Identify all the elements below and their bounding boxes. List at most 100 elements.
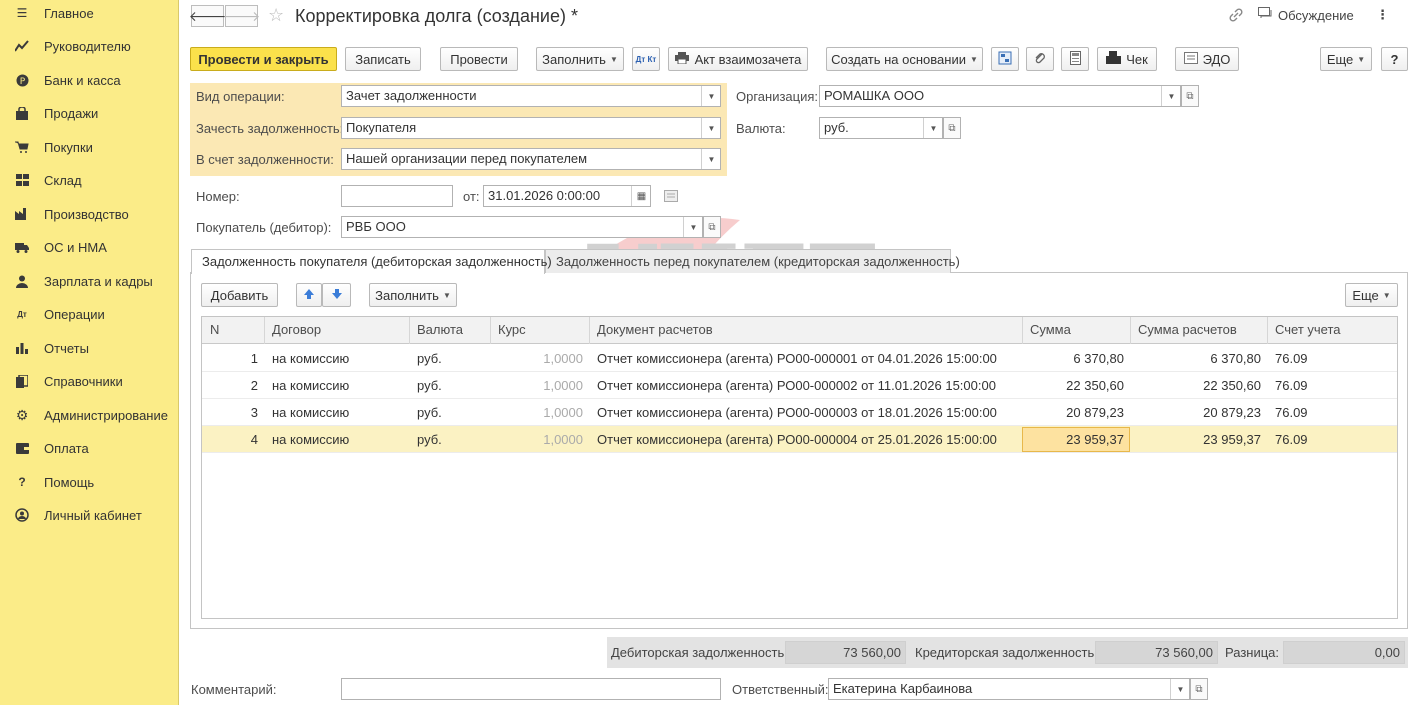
favorite-star-icon[interactable]: ☆ [268, 5, 284, 26]
help-button[interactable]: ? [1381, 47, 1408, 71]
sidebar-item-manager[interactable]: Руководителю [0, 34, 179, 58]
more-button[interactable]: Еще ▼ [1320, 47, 1372, 71]
create-based-label: Создать на основании [831, 51, 966, 67]
arrow-down-icon [331, 288, 343, 303]
sidebar-item-production[interactable]: Производство [0, 202, 179, 226]
calculator-button[interactable] [1061, 47, 1089, 71]
sidebar-item-main[interactable]: ☰ Главное [0, 1, 179, 25]
sidebar-item-purchases[interactable]: Покупки [0, 135, 179, 159]
against-debt-select[interactable]: Нашей организации перед покупателем ▼ [341, 148, 721, 170]
open-organization-icon[interactable]: ⧉ [1181, 85, 1199, 107]
table-row-selected[interactable]: 4 на комиссию руб. 1,0000 Отчет комиссио… [202, 426, 1397, 453]
table-row[interactable]: 2 на комиссию руб. 1,0000 Отчет комиссио… [202, 372, 1397, 399]
arrow-left-icon: 🡐 [188, 7, 227, 24]
discussion-button[interactable]: Обсуждение [1258, 7, 1354, 23]
structure-button[interactable] [991, 47, 1019, 71]
open-buyer-icon[interactable]: ⧉ [703, 216, 721, 238]
cell-contract: на комиссию [272, 351, 350, 366]
forward-button[interactable]: 🡒 [223, 5, 260, 27]
chevron-down-icon[interactable]: ▼ [701, 118, 720, 138]
chevron-down-icon[interactable]: ▼ [683, 217, 702, 237]
more-label: Еще [1326, 51, 1354, 67]
cell-account: 76.09 [1275, 405, 1308, 420]
move-up-button[interactable] [296, 283, 322, 307]
fill-dropdown-button[interactable]: Заполнить ▼ [536, 47, 624, 71]
receipt-button[interactable]: Чек [1097, 47, 1157, 71]
chevron-down-icon[interactable]: ▼ [701, 86, 720, 106]
responsible-select[interactable]: Екатерина Карбаинова ▼ [828, 678, 1190, 700]
offset-debt-select[interactable]: Покупателя ▼ [341, 117, 721, 139]
column-header-rate[interactable]: Курс [498, 322, 526, 337]
back-button[interactable]: 🡐 [188, 5, 227, 27]
link-icon[interactable] [1228, 7, 1244, 23]
caret-down-icon: ▼ [969, 54, 978, 64]
chevron-down-icon[interactable]: ▼ [1170, 679, 1189, 699]
tab-payables[interactable]: Задолженность перед покупателем (кредито… [545, 249, 960, 273]
sidebar-item-payment[interactable]: Оплата [0, 436, 179, 460]
more-actions-icon[interactable]: ⋮ [1376, 7, 1389, 23]
cell-sum: 6 370,80 [1073, 351, 1124, 366]
open-responsible-icon[interactable]: ⧉ [1190, 678, 1208, 700]
column-header-account[interactable]: Счет учета [1275, 322, 1341, 337]
column-header-n[interactable]: N [210, 322, 219, 337]
attach-button[interactable] [1026, 47, 1054, 71]
sidebar-item-warehouse[interactable]: Склад [0, 168, 179, 192]
save-button[interactable]: Записать [345, 47, 421, 71]
table-row[interactable]: 1 на комиссию руб. 1,0000 Отчет комиссио… [202, 345, 1397, 372]
sidebar-item-salary[interactable]: Зарплата и кадры [0, 269, 179, 293]
calendar-icon[interactable]: ▦ [631, 186, 650, 206]
operation-type-select[interactable]: Зачет задолженности ▼ [341, 85, 721, 107]
column-header-sum[interactable]: Сумма [1030, 322, 1071, 337]
difference-label: Разница: [1225, 645, 1280, 660]
calculator-small-icon[interactable] [664, 190, 678, 205]
dt-kt-button[interactable]: Дт Кт [632, 47, 660, 71]
move-down-button[interactable] [322, 283, 351, 307]
chevron-down-icon[interactable]: ▼ [923, 118, 942, 138]
cell-settle-sum: 23 959,37 [1203, 432, 1261, 447]
comment-input[interactable] [341, 678, 721, 700]
column-header-contract[interactable]: Договор [272, 322, 321, 337]
date-input[interactable]: 31.01.2026 0:00:00 ▦ [483, 185, 651, 207]
sidebar-item-label: Главное [44, 5, 94, 21]
tab-receivables[interactable]: Задолженность покупателя (дебиторская за… [191, 249, 552, 274]
sidebar-item-account[interactable]: Личный кабинет [0, 503, 179, 527]
chat-icon [1258, 7, 1273, 23]
currency-select[interactable]: руб. ▼ [819, 117, 943, 139]
offset-act-button[interactable]: Акт взаимозачета [668, 47, 808, 71]
table-row[interactable]: 3 на комиссию руб. 1,0000 Отчет комиссио… [202, 399, 1397, 426]
sidebar-item-label: ОС и НМА [44, 239, 107, 255]
cell-currency: руб. [417, 432, 442, 447]
column-header-currency[interactable]: Валюта [417, 322, 463, 337]
organization-select[interactable]: РОМАШКА ООО ▼ [819, 85, 1181, 107]
column-header-document[interactable]: Документ расчетов [597, 322, 713, 337]
cell-document: Отчет комиссионера (агента) РО00-000001 … [597, 351, 997, 366]
buyer-select[interactable]: РВБ ООО ▼ [341, 216, 703, 238]
edo-button[interactable]: ЭДО [1175, 47, 1239, 71]
sidebar-item-assets[interactable]: ОС и НМА [0, 235, 179, 259]
table-more-button[interactable]: Еще ▼ [1345, 283, 1398, 307]
add-row-button[interactable]: Добавить [201, 283, 278, 307]
chevron-down-icon[interactable]: ▼ [1161, 86, 1180, 106]
number-input[interactable] [341, 185, 453, 207]
sidebar-item-admin[interactable]: ⚙ Администрирование [0, 403, 179, 427]
cell-contract: на комиссию [272, 405, 350, 420]
table-fill-button[interactable]: Заполнить ▼ [369, 283, 457, 307]
cart-icon [15, 140, 29, 154]
sidebar-item-sales[interactable]: Продажи [0, 101, 179, 125]
open-currency-icon[interactable]: ⧉ [943, 117, 961, 139]
post-and-close-button[interactable]: Провести и закрыть [190, 47, 337, 71]
sidebar-item-operations[interactable]: Дт Операции [0, 302, 179, 326]
sidebar-item-references[interactable]: Справочники [0, 369, 179, 393]
books-icon [15, 374, 29, 388]
sidebar-item-label: Покупки [44, 139, 93, 155]
post-button[interactable]: Провести [440, 47, 518, 71]
sidebar-item-bank[interactable]: Р Банк и касса [0, 68, 179, 92]
sidebar-item-label: Помощь [44, 474, 95, 490]
sidebar-item-reports[interactable]: Отчеты [0, 336, 179, 360]
create-based-on-button[interactable]: Создать на основании ▼ [826, 47, 983, 71]
cell-currency: руб. [417, 405, 442, 420]
chevron-down-icon[interactable]: ▼ [701, 149, 720, 169]
sidebar-item-help[interactable]: ? Помощь [0, 470, 179, 494]
column-header-settle-sum[interactable]: Сумма расчетов [1138, 322, 1237, 337]
cell-account: 76.09 [1275, 432, 1308, 447]
